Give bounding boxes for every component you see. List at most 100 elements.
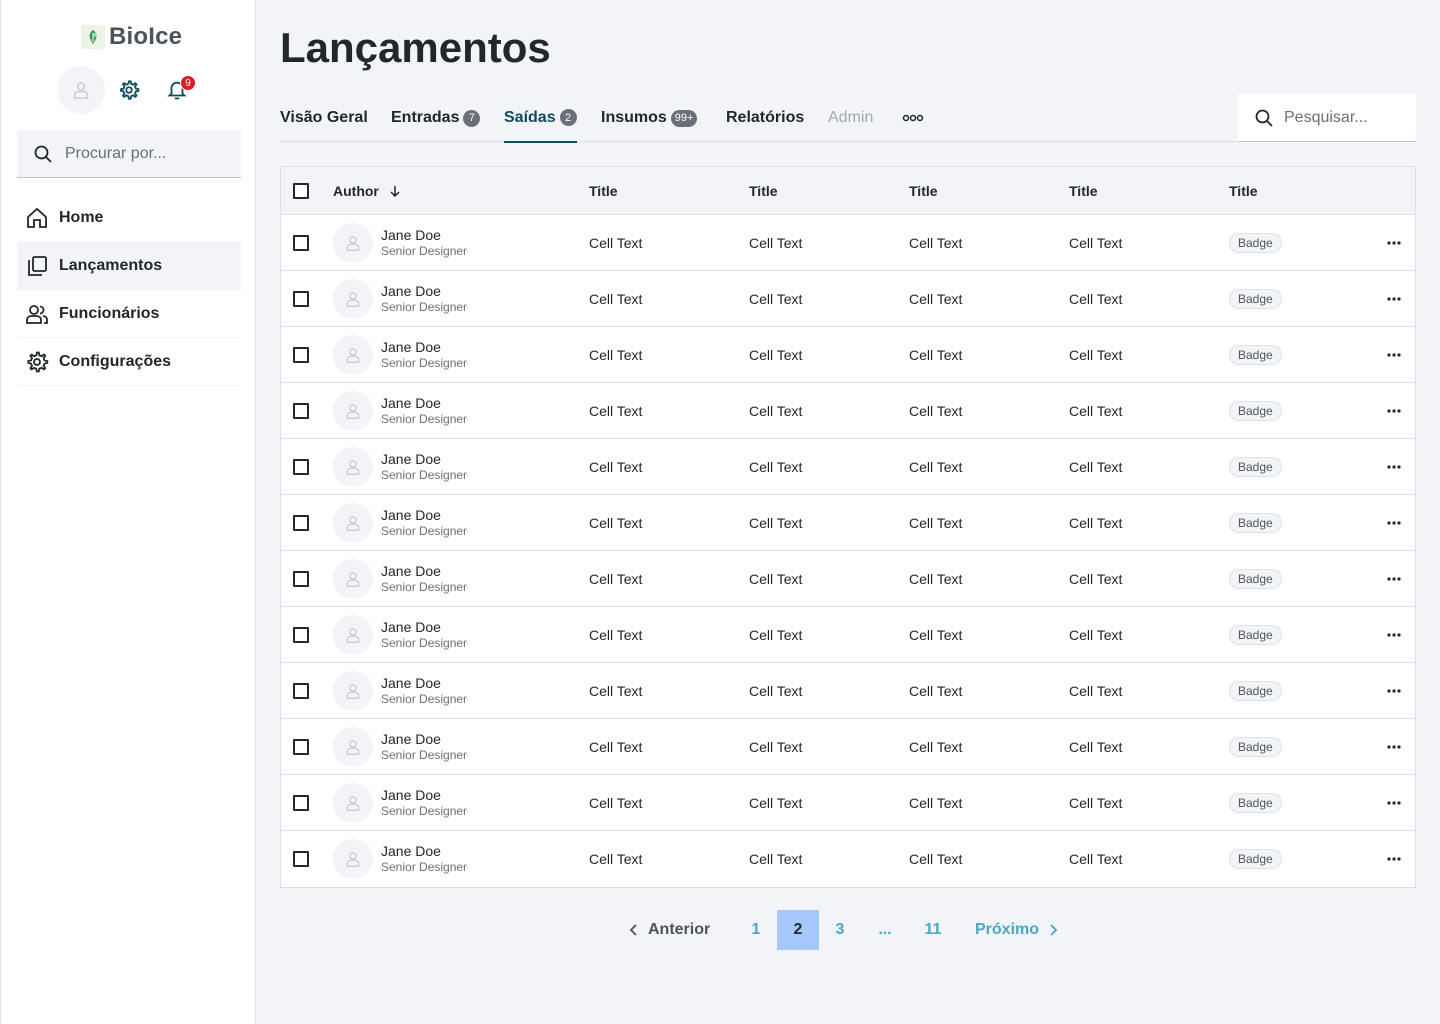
author-info: Jane Doe Senior Designer	[381, 619, 467, 651]
sidebar-nav: Home Lançamentos Funcionários Configuraç…	[17, 194, 241, 386]
row-checkbox[interactable]	[293, 738, 309, 755]
table-cell: Cell Text	[909, 458, 963, 475]
row-overflow-menu-button[interactable]	[1387, 551, 1401, 606]
row-checkbox[interactable]	[293, 234, 309, 251]
row-overflow-menu-button[interactable]	[1387, 831, 1401, 887]
tab-entradas[interactable]: Entradas 7	[391, 94, 481, 142]
page-button-2-current[interactable]: 2	[777, 910, 819, 950]
row-overflow-menu-button[interactable]	[1387, 663, 1401, 718]
select-all-checkbox[interactable]	[293, 182, 309, 199]
table-body: Jane Doe Senior Designer Cell Text Cell Tex…	[281, 215, 1415, 887]
more-horizontal-icon	[1387, 408, 1401, 413]
row-checkbox[interactable]	[293, 570, 309, 587]
sidebar-item-funcionarios[interactable]: Funcionários	[17, 290, 241, 338]
tab-saidas[interactable]: Saídas 2	[504, 94, 577, 143]
notifications-button[interactable]: 9	[153, 66, 201, 114]
table-row[interactable]: Jane Doe Senior Designer Cell Text Cell Tex…	[281, 215, 1415, 271]
sidebar-search-input[interactable]	[65, 144, 225, 163]
settings-button[interactable]	[105, 66, 153, 114]
table-cell: Cell Text	[909, 682, 963, 699]
row-checkbox[interactable]	[293, 794, 309, 811]
status-badge: Badge	[1229, 232, 1282, 253]
status-badge: Badge	[1229, 456, 1282, 477]
row-overflow-menu-button[interactable]	[1387, 439, 1401, 494]
row-checkbox[interactable]	[293, 290, 309, 307]
row-overflow-menu-button[interactable]	[1387, 215, 1401, 270]
more-horizontal-icon	[1387, 296, 1401, 301]
page-ellipsis: ...	[878, 921, 892, 938]
previous-page-button[interactable]: Anterior	[628, 910, 710, 950]
author-info: Jane Doe Senior Designer	[381, 227, 467, 259]
tab-relatorios[interactable]: Relatórios	[726, 94, 804, 142]
row-checkbox[interactable]	[293, 458, 309, 475]
gear-icon	[27, 351, 49, 372]
page-button-11[interactable]: 11	[918, 910, 948, 950]
sidebar-item-configuracoes[interactable]: Configurações	[17, 338, 241, 386]
tab-insumos[interactable]: Insumos 99+	[601, 94, 698, 142]
row-overflow-menu-button[interactable]	[1387, 719, 1401, 774]
table-row[interactable]: Jane Doe Senior Designer Cell Text Cell Tex…	[281, 607, 1415, 663]
status-badge: Badge	[1229, 680, 1282, 701]
table-cell: Cell Text	[1069, 682, 1123, 699]
tab-admin: Admin	[828, 94, 873, 142]
tab-visao-geral[interactable]: Visão Geral	[280, 94, 368, 142]
row-overflow-menu-button[interactable]	[1387, 775, 1401, 830]
author-info: Jane Doe Senior Designer	[381, 563, 467, 595]
column-header-author[interactable]: Author	[333, 167, 401, 214]
table-row[interactable]: Jane Doe Senior Designer Cell Text Cell Tex…	[281, 775, 1415, 831]
table-row[interactable]: Jane Doe Senior Designer Cell Text Cell Tex…	[281, 327, 1415, 383]
tabs-overflow-button[interactable]	[902, 94, 924, 142]
row-checkbox[interactable]	[293, 402, 309, 419]
user-avatar[interactable]	[57, 66, 105, 114]
sidebar-item-lancamentos[interactable]: Lançamentos	[17, 242, 241, 290]
column-header-title[interactable]: Title	[909, 167, 938, 214]
search-icon	[1255, 109, 1273, 127]
tab-count-badge: 2	[559, 109, 577, 126]
table-cell: Cell Text	[909, 738, 963, 755]
table-cell: Cell Text	[589, 290, 643, 307]
table-cell: Cell Text	[589, 794, 643, 811]
row-checkbox[interactable]	[293, 851, 309, 867]
search-input[interactable]	[1284, 108, 1404, 127]
table-row[interactable]: Jane Doe Senior Designer Cell Text Cell Tex…	[281, 439, 1415, 495]
table-cell: Cell Text	[749, 626, 803, 643]
avatar	[333, 390, 373, 431]
table-row[interactable]: Jane Doe Senior Designer Cell Text Cell Tex…	[281, 271, 1415, 327]
sidebar-item-home[interactable]: Home	[17, 194, 241, 242]
table-cell: Cell Text	[1069, 346, 1123, 363]
row-checkbox[interactable]	[293, 514, 309, 531]
table-row[interactable]: Jane Doe Senior Designer Cell Text Cell Tex…	[281, 495, 1415, 551]
table-cell: Cell Text	[909, 570, 963, 587]
user-icon	[346, 347, 360, 363]
tab-label: Relatórios	[726, 109, 805, 126]
table-row[interactable]: Jane Doe Senior Designer Cell Text Cell Tex…	[281, 831, 1415, 887]
row-overflow-menu-button[interactable]	[1387, 607, 1401, 662]
page-button-3[interactable]: 3	[828, 910, 852, 950]
row-overflow-menu-button[interactable]	[1387, 495, 1401, 550]
more-horizontal-icon	[1387, 632, 1401, 637]
table-row[interactable]: Jane Doe Senior Designer Cell Text Cell Tex…	[281, 663, 1415, 719]
row-checkbox[interactable]	[293, 626, 309, 643]
table-row[interactable]: Jane Doe Senior Designer Cell Text Cell Tex…	[281, 551, 1415, 607]
row-overflow-menu-button[interactable]	[1387, 271, 1401, 326]
row-checkbox[interactable]	[293, 346, 309, 363]
column-header-title[interactable]: Title	[589, 167, 618, 214]
pagination: Anterior 1 2 3 ... 11 Próximo	[280, 910, 1416, 950]
page-button-1[interactable]: 1	[744, 910, 768, 950]
author-name: Jane Doe	[381, 843, 441, 859]
next-page-button[interactable]: Próximo	[975, 910, 1059, 950]
table-cell: Cell Text	[1069, 570, 1123, 587]
column-header-title[interactable]: Title	[1069, 167, 1098, 214]
row-overflow-menu-button[interactable]	[1387, 383, 1401, 438]
brand[interactable]: BioIce	[81, 23, 182, 50]
tab-count-badge: 7	[463, 109, 481, 127]
row-checkbox[interactable]	[293, 682, 309, 699]
row-overflow-menu-button[interactable]	[1387, 327, 1401, 382]
column-header-title[interactable]: Title	[1229, 167, 1258, 214]
table-row[interactable]: Jane Doe Senior Designer Cell Text Cell Tex…	[281, 383, 1415, 439]
author-role: Senior Designer	[381, 523, 468, 538]
column-header-title[interactable]: Title	[749, 167, 778, 214]
table-row[interactable]: Jane Doe Senior Designer Cell Text Cell Tex…	[281, 719, 1415, 775]
avatar	[333, 222, 373, 263]
previous-page-label: Anterior	[648, 921, 711, 938]
